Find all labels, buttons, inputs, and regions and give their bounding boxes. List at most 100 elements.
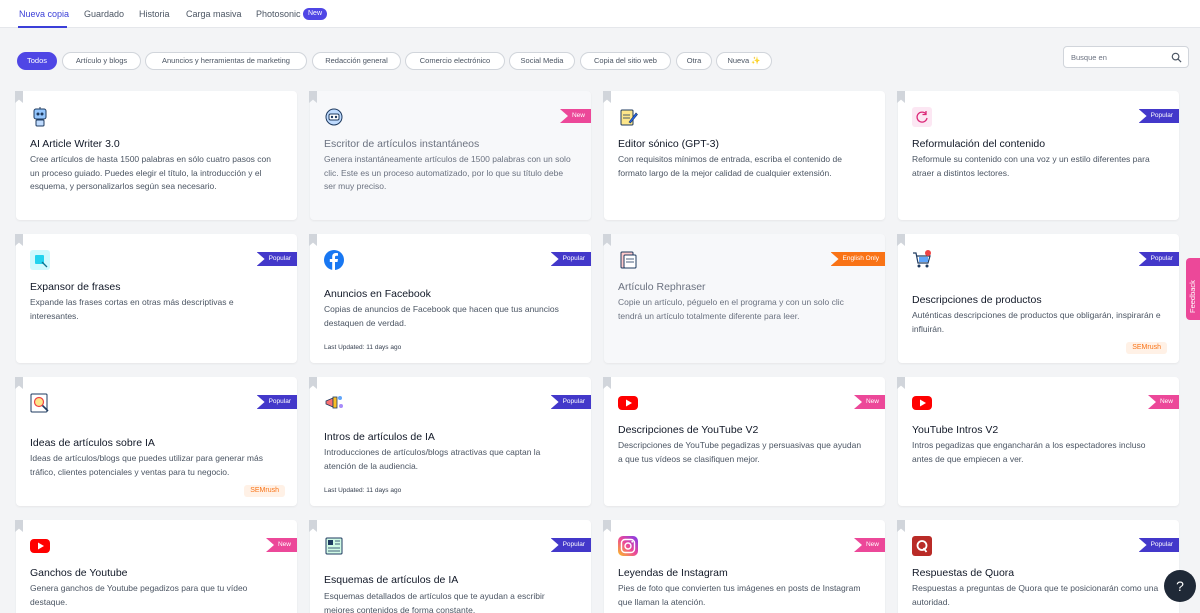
filter-todos[interactable]: Todos [17,52,57,70]
template-card[interactable]: Editor sónico (GPT-3) Con requisitos mín… [603,91,885,220]
search-input[interactable] [1071,51,1166,64]
card-title: Escritor de artículos instantáneos [324,138,480,150]
card-title: Descripciones de YouTube V2 [618,424,759,436]
feedback-tab[interactable]: Feedback [1186,258,1200,320]
bookmark-icon[interactable] [309,377,317,389]
template-card[interactable]: English Only Artículo Rephraser Copie un… [603,234,885,363]
filter-anuncios-marketing[interactable]: Anuncios y herramientas de marketing [145,52,307,70]
filter-articulo-blogs[interactable]: Artículo y blogs [62,52,141,70]
status-badge: Popular [550,252,591,266]
tab-historia[interactable]: Historia [139,9,170,19]
top-navigation: Nueva copia Guardado Historia Carga masi… [0,0,1200,28]
filter-nueva[interactable]: Nueva ✨ [716,52,772,70]
template-card[interactable]: New Ganchos de Youtube Genera ganchos de… [15,520,297,613]
template-card[interactable]: New Descripciones de YouTube V2 Descripc… [603,377,885,506]
expand-icon [30,250,50,270]
filter-social-media[interactable]: Social Media [509,52,575,70]
template-card[interactable]: Popular Intros de artículos de IA Introd… [309,377,591,506]
bookmark-icon[interactable] [603,377,611,389]
status-badge: New [853,538,885,552]
status-badge: New [559,109,591,123]
bookmark-icon[interactable] [15,520,23,532]
semrush-tag: SEMrush [1126,342,1167,354]
bookmark-icon[interactable] [897,377,905,389]
card-description: Respuestas a preguntas de Quora que te p… [912,583,1159,607]
card-description: Con requisitos mínimos de entrada, escri… [618,154,842,178]
bookmark-icon[interactable] [897,520,905,532]
status-badge: Popular [256,395,297,409]
card-title: YouTube Intros V2 [912,424,999,436]
card-title: Ganchos de Youtube [30,567,128,579]
bookmark-icon[interactable] [603,234,611,246]
bookmark-icon[interactable] [309,91,317,103]
last-updated: Last Updated: 11 days ago [324,487,402,494]
template-card[interactable]: Popular Expansor de frases Expande las f… [15,234,297,363]
new-badge: New [303,8,328,20]
template-card[interactable]: Popular Anuncios en Facebook Copias de a… [309,234,591,363]
feedback-label: Feedback [1188,280,1197,313]
quora-icon [912,536,932,556]
bookmark-icon[interactable] [309,234,317,246]
filter-copia-sitio-web[interactable]: Copia del sitio web [580,52,671,70]
card-description: Intros pegadizas que engancharán a los e… [912,440,1146,464]
search-icon[interactable] [1171,52,1182,63]
status-badge: Popular [550,395,591,409]
status-badge: English Only [830,252,885,266]
bookmark-icon[interactable] [309,520,317,532]
card-description: Ideas de artículos/blogs que puedes util… [30,453,263,477]
bookmark-icon[interactable] [15,377,23,389]
template-card[interactable]: Popular Descripciones de productos Autén… [897,234,1179,363]
card-title: Leyendas de Instagram [618,567,728,579]
bookmark-icon[interactable] [15,91,23,103]
card-title: Respuestas de Quora [912,567,1015,579]
instagram-icon [618,536,638,556]
bookmark-icon[interactable] [897,234,905,246]
status-badge: New [853,395,885,409]
megaphone-icon [325,396,343,409]
card-title: Artículo Rephraser [618,281,706,293]
youtube-icon [30,539,50,553]
search-box [1063,46,1189,68]
status-badge: Popular [1138,109,1179,123]
bookmark-icon[interactable] [603,520,611,532]
card-description: Expande las frases cortas en otras más d… [30,297,234,321]
status-badge: New [265,538,297,552]
template-card[interactable]: New YouTube Intros V2 Intros pegadizas q… [897,377,1179,506]
filter-otra[interactable]: Otra [676,52,712,70]
template-card[interactable]: Popular Esquemas de artículos de IA Esqu… [309,520,591,613]
status-badge: Popular [1138,538,1179,552]
youtube-icon [618,396,638,410]
card-description: Pies de foto que convierten tus imágenes… [618,583,861,607]
status-badge: Popular [1138,252,1179,266]
template-card[interactable]: New Escritor de artículos instantáneos G… [309,91,591,220]
template-card[interactable]: Popular Ideas de artículos sobre IA Idea… [15,377,297,506]
card-description: Descripciones de YouTube pegadizas y per… [618,440,862,464]
tab-carga-masiva[interactable]: Carga masiva [186,9,242,19]
filter-redaccion-general[interactable]: Redacción general [312,52,401,70]
template-card[interactable]: Popular Respuestas de Quora Respuestas a… [897,520,1179,613]
template-card[interactable]: AI Article Writer 3.0 Cree artículos de … [15,91,297,220]
help-button[interactable]: ? [1164,570,1196,602]
document-icon [620,251,637,269]
robot-writer-icon [33,107,47,127]
shopping-cart-icon [913,250,931,268]
card-description: Copie un artículo, péguelo en el program… [618,297,844,321]
youtube-icon [912,396,932,410]
tab-guardado[interactable]: Guardado [84,9,124,19]
template-card[interactable]: Popular Reformulación del contenido Refo… [897,91,1179,220]
card-description: Genera instantáneamente artículos de 150… [324,154,571,191]
bookmark-icon[interactable] [897,91,905,103]
card-description: Genera ganchos de Youtube pegadizos para… [30,583,248,607]
tab-nueva-copia[interactable]: Nueva copia [19,9,69,19]
card-title: AI Article Writer 3.0 [30,138,120,150]
card-title: Ideas de artículos sobre IA [30,437,155,449]
tab-photosonic[interactable]: Photosonic [256,9,301,19]
card-title: Descripciones de productos [912,294,1042,306]
filter-comercio-electronico[interactable]: Comercio electrónico [405,52,505,70]
card-description: Reformule su contenido con una voz y un … [912,154,1150,178]
bookmark-icon[interactable] [603,91,611,103]
template-card[interactable]: New Leyendas de Instagram Pies de foto q… [603,520,885,613]
bookmark-icon[interactable] [15,234,23,246]
card-title: Anuncios en Facebook [324,288,431,300]
card-description: Copias de anuncios de Facebook que hacen… [324,304,559,328]
